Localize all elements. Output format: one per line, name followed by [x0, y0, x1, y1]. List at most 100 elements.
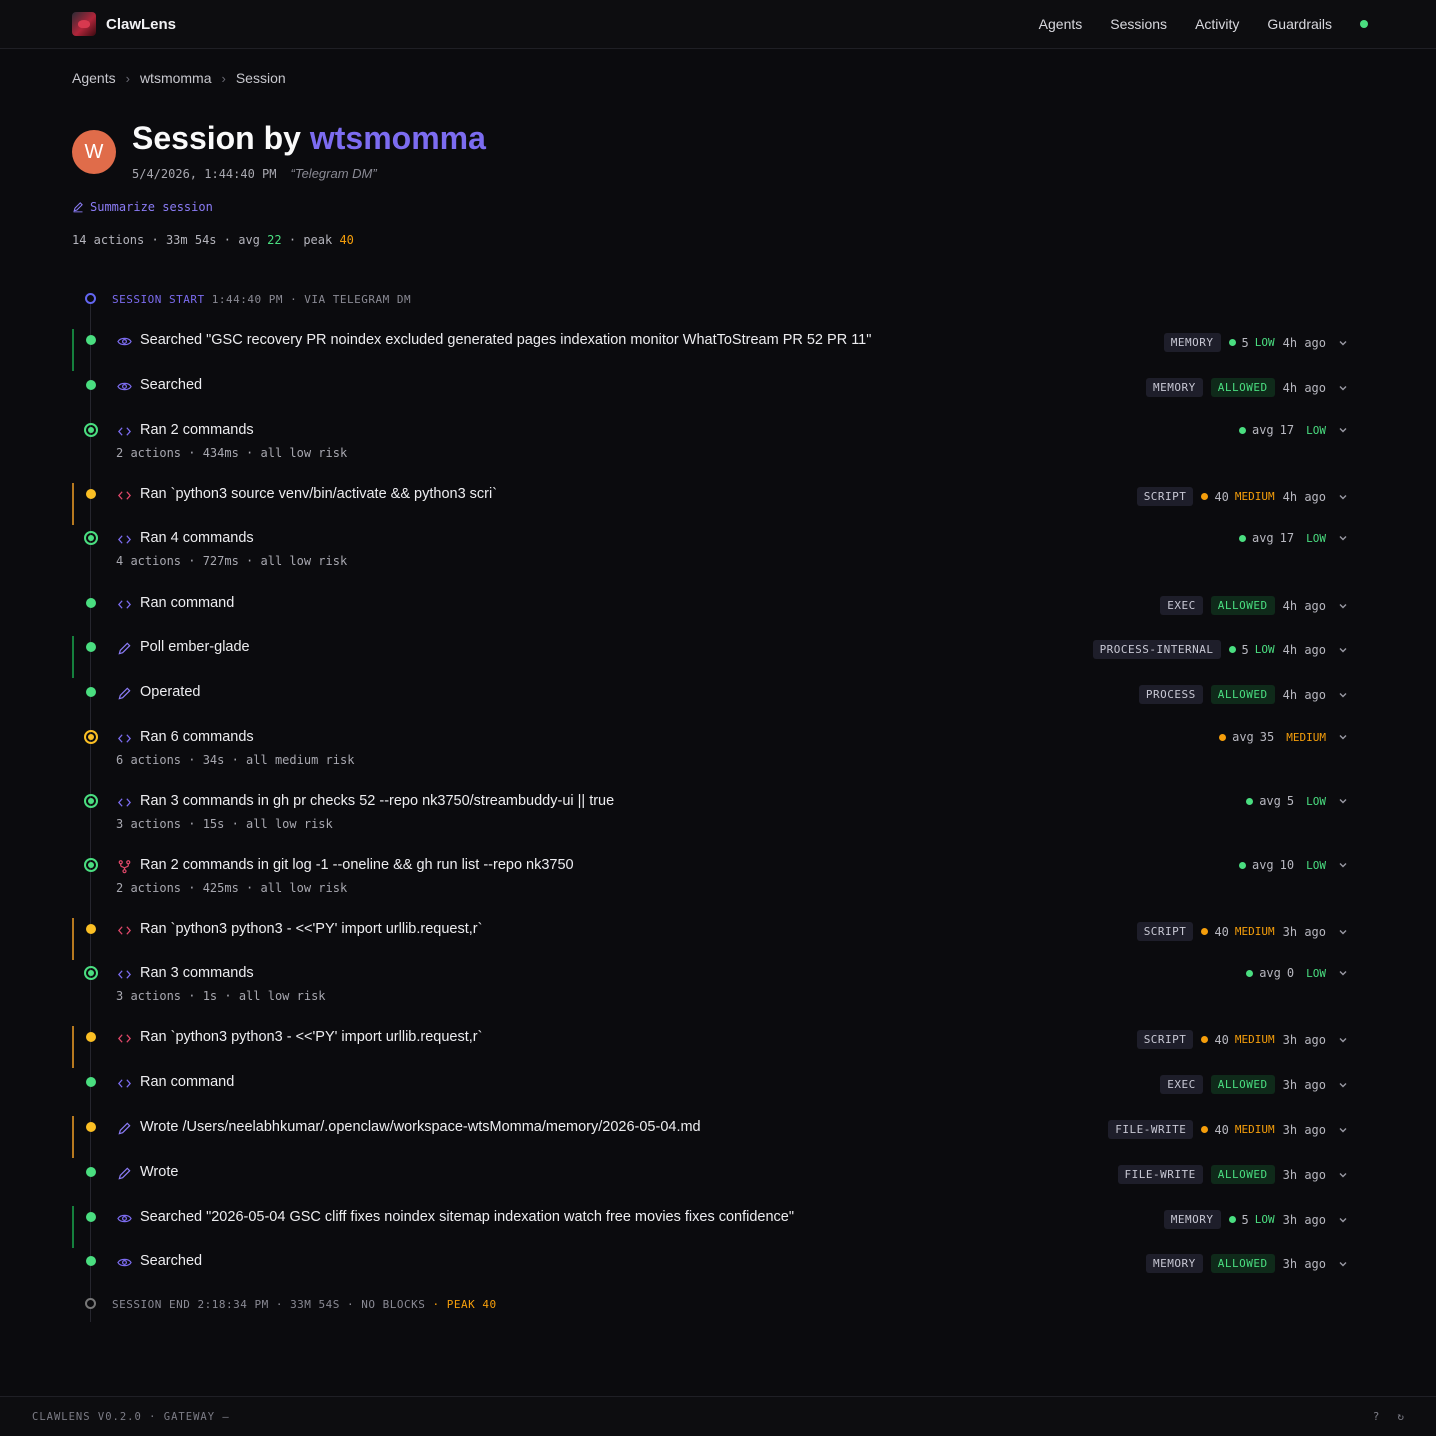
- row-title: Searched: [140, 377, 203, 393]
- chevron-down-icon[interactable]: [1336, 533, 1350, 543]
- row-title: Searched: [140, 1253, 203, 1269]
- row-title: Ran command: [140, 1074, 235, 1090]
- risk-bar: [72, 918, 74, 960]
- timeline-dot: [86, 1212, 96, 1222]
- nav-sessions[interactable]: Sessions: [1110, 16, 1167, 32]
- summarize-label: Summarize session: [90, 200, 213, 214]
- timeline-row[interactable]: Wrote /Users/neelabhkumar/.openclaw/work…: [72, 1116, 1356, 1158]
- avatar: W: [72, 130, 116, 174]
- risk-dot: [1238, 534, 1246, 542]
- timeline-row[interactable]: Searched MEMORY ALLOWED 4h ago: [72, 375, 1356, 415]
- row-title: Ran `python3 python3 - <<'PY' import url…: [140, 1029, 483, 1045]
- chevron-down-icon[interactable]: [1336, 796, 1350, 806]
- chevron-down-icon[interactable]: [1336, 383, 1350, 393]
- row-title: Ran command: [140, 595, 235, 611]
- timeline-row[interactable]: Ran 4 commands 4 actions · 727ms · all lo…: [72, 528, 1356, 580]
- chevron-down-icon[interactable]: [1336, 1215, 1350, 1225]
- timeline-dot: [86, 642, 96, 652]
- timeline-dot: [86, 1077, 96, 1087]
- timeline-row[interactable]: Ran 3 commands in gh pr checks 52 --repo…: [72, 791, 1356, 843]
- nav-guardrails[interactable]: Guardrails: [1267, 16, 1332, 32]
- timeline-group-ring: [84, 423, 98, 437]
- row-title: Ran 6 commands: [140, 729, 254, 745]
- risk-level: LOW: [1254, 336, 1275, 349]
- nav-agents[interactable]: Agents: [1039, 16, 1083, 32]
- relative-time: 3h ago: [1282, 1077, 1326, 1092]
- avg-label: avg: [1251, 858, 1274, 872]
- avg-value: 0: [1286, 966, 1295, 980]
- chevron-down-icon[interactable]: [1336, 601, 1350, 611]
- row-meta: MEMORY 5 LOW 4h ago: [1163, 333, 1350, 352]
- chevron-down-icon[interactable]: [1336, 860, 1350, 870]
- avg-risk: avg 17 LOW: [1238, 423, 1326, 437]
- category-tag: EXEC: [1160, 596, 1203, 615]
- timeline-dot: [86, 924, 96, 934]
- avg-label: avg: [1259, 794, 1281, 808]
- chevron-down-icon[interactable]: [1336, 1170, 1350, 1180]
- eye-icon: [116, 333, 132, 349]
- chevron-down-icon[interactable]: [1336, 492, 1350, 502]
- risk-bar: [72, 1026, 74, 1068]
- brand[interactable]: ClawLens: [72, 12, 176, 36]
- summarize-session-button[interactable]: Summarize session: [72, 200, 213, 214]
- row-meta: avg 17 LOW: [1238, 423, 1350, 437]
- risk-score: 5 LOW: [1228, 643, 1275, 657]
- avg-value: 17: [1279, 423, 1295, 437]
- help-button[interactable]: ?: [1373, 1410, 1380, 1423]
- timeline-group-ring: [84, 858, 98, 872]
- chevron-right-icon: ›: [125, 70, 130, 86]
- risk-bar: [72, 1116, 74, 1158]
- timeline-row[interactable]: Ran command EXEC ALLOWED 3h ago: [72, 1072, 1356, 1112]
- stat-avg-label: avg: [238, 233, 260, 247]
- timeline-row[interactable]: Searched "2026-05-04 GSC cliff fixes noi…: [72, 1206, 1356, 1248]
- timeline-row[interactable]: Wrote FILE-WRITE ALLOWED 3h ago: [72, 1162, 1356, 1202]
- timeline-row[interactable]: Ran 3 commands 3 actions · 1s · all low r…: [72, 963, 1356, 1015]
- chevron-down-icon[interactable]: [1336, 1035, 1350, 1045]
- chevron-down-icon[interactable]: [1336, 338, 1350, 348]
- risk-score-value: 40: [1214, 924, 1229, 939]
- risk-score-value: 40: [1214, 489, 1229, 504]
- timeline-row[interactable]: Ran `python3 source venv/bin/activate &&…: [72, 483, 1356, 525]
- timeline-row[interactable]: Ran `python3 python3 - <<'PY' import url…: [72, 1026, 1356, 1068]
- timeline-row[interactable]: Ran 2 commands 2 actions · 434ms · all lo…: [72, 420, 1356, 472]
- timeline-row[interactable]: Ran `python3 python3 - <<'PY' import url…: [72, 918, 1356, 960]
- refresh-icon[interactable]: ↻: [1397, 1410, 1404, 1423]
- timeline-row[interactable]: Ran 6 commands 6 actions · 34s · all medi…: [72, 727, 1356, 779]
- code-icon: [116, 423, 132, 439]
- chevron-down-icon[interactable]: [1336, 1080, 1350, 1090]
- timeline-row[interactable]: Operated PROCESS ALLOWED 4h ago: [72, 682, 1356, 722]
- status-badge: ALLOWED: [1210, 1254, 1275, 1273]
- risk-level: LOW: [1306, 858, 1326, 872]
- timeline-row[interactable]: Searched "GSC recovery PR noindex exclud…: [72, 329, 1356, 371]
- chevron-down-icon[interactable]: [1336, 690, 1350, 700]
- chevron-down-icon[interactable]: [1336, 1259, 1350, 1269]
- status-badge: ALLOWED: [1210, 685, 1275, 704]
- row-meta: PROCESS ALLOWED 4h ago: [1138, 685, 1350, 704]
- timeline-row[interactable]: Searched MEMORY ALLOWED 3h ago: [72, 1251, 1356, 1291]
- nav-activity[interactable]: Activity: [1195, 16, 1239, 32]
- breadcrumb-agent[interactable]: wtsmomma: [140, 70, 212, 86]
- risk-dot: [1246, 797, 1254, 805]
- connection-status-dot: [1360, 20, 1368, 28]
- chevron-down-icon[interactable]: [1336, 732, 1350, 742]
- chevron-down-icon[interactable]: [1336, 425, 1350, 435]
- chevron-down-icon[interactable]: [1336, 927, 1350, 937]
- timeline-row[interactable]: Ran 2 commands in git log -1 --oneline &…: [72, 855, 1356, 907]
- code-icon: [116, 966, 132, 982]
- timeline-row[interactable]: Ran command EXEC ALLOWED 4h ago: [72, 593, 1356, 633]
- session-end-text: SESSION END 2:18:34 PM · 33M 54S · NO BL…: [112, 1298, 426, 1311]
- timeline-row[interactable]: Poll ember-glade PROCESS-INTERNAL 5 LOW 4h a…: [72, 636, 1356, 678]
- chevron-down-icon[interactable]: [1336, 968, 1350, 978]
- row-title: Wrote /Users/neelabhkumar/.openclaw/work…: [140, 1119, 701, 1135]
- chevron-down-icon[interactable]: [1336, 1125, 1350, 1135]
- pencil-icon: [116, 685, 132, 701]
- footer: CLAWLENS V0.2.0 · GATEWAY — ? ↻: [0, 1396, 1436, 1436]
- title-username[interactable]: wtsmomma: [310, 120, 486, 156]
- risk-dot: [1201, 928, 1209, 935]
- stat-peak-label: peak: [303, 233, 333, 247]
- row-meta: avg 35 MEDIUM: [1219, 730, 1350, 744]
- chevron-down-icon[interactable]: [1336, 645, 1350, 655]
- breadcrumb-agents[interactable]: Agents: [72, 70, 116, 86]
- code-icon: [116, 487, 132, 503]
- risk-bar: [72, 636, 74, 678]
